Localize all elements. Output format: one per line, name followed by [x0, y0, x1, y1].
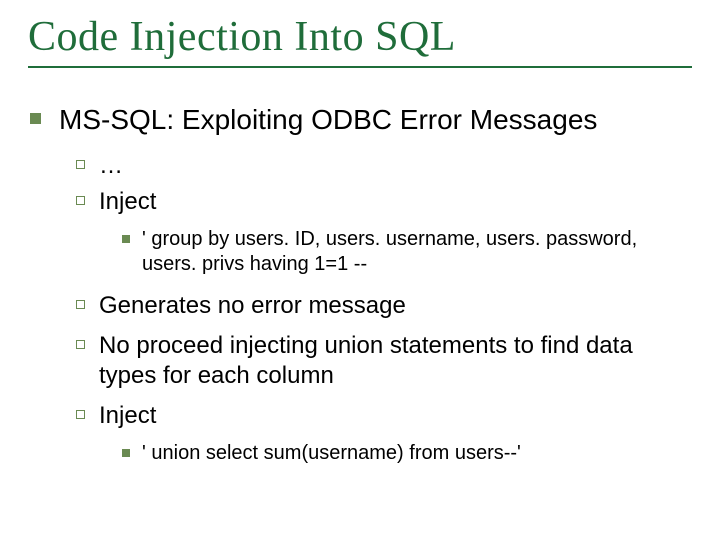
hollow-square-bullet-icon [76, 410, 85, 419]
list-item: Inject [76, 401, 692, 431]
square-bullet-icon [30, 113, 41, 124]
list-item-label: Inject [99, 187, 156, 217]
hollow-square-bullet-icon [76, 160, 85, 169]
list-item: … [76, 151, 692, 181]
list-item: No proceed injecting union statements to… [76, 331, 692, 391]
square-bullet-icon [122, 235, 130, 243]
hollow-square-bullet-icon [76, 300, 85, 309]
list-item-label: Inject [99, 401, 156, 431]
slide-title: Code Injection Into SQL [28, 14, 692, 60]
hollow-square-bullet-icon [76, 340, 85, 349]
square-bullet-icon [122, 449, 130, 457]
list-item: Generates no error message [76, 291, 692, 321]
list-item-label: Generates no error message [99, 291, 406, 321]
list-item: MS-SQL: Exploiting ODBC Error Messages [30, 102, 692, 137]
title-underline [28, 66, 692, 68]
slide: Code Injection Into SQL MS-SQL: Exploiti… [0, 0, 720, 540]
list-item-label: No proceed injecting union statements to… [99, 331, 692, 391]
list-item-label: ' group by users. ID, users. username, u… [142, 227, 692, 277]
list-item: Inject [76, 187, 692, 217]
list-item-label: … [99, 151, 123, 181]
list-item: ' group by users. ID, users. username, u… [122, 227, 692, 277]
list-item: ' union select sum(username) from users-… [122, 441, 692, 466]
list-item-label: MS-SQL: Exploiting ODBC Error Messages [59, 102, 597, 137]
list-item-label: ' union select sum(username) from users-… [142, 441, 521, 466]
hollow-square-bullet-icon [76, 196, 85, 205]
